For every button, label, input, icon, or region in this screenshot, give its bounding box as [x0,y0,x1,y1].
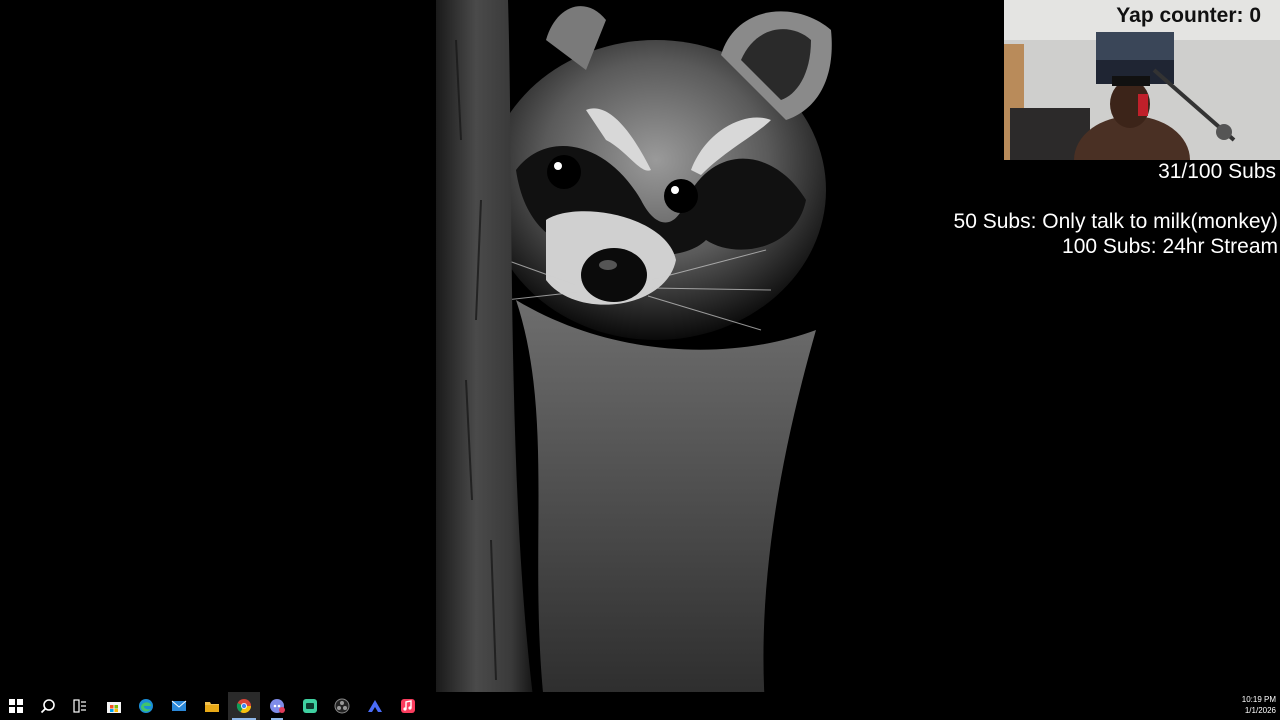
discord-icon [270,699,285,713]
clock-time: 10:19 PM [1241,695,1276,704]
mail-button[interactable] [163,692,195,720]
vpn-button[interactable] [359,692,391,720]
webcam-feed: Yap counter: 0 [1004,0,1280,160]
search-button[interactable] [32,692,64,720]
sub-goals: 50 Subs: Only talk to milk(monkey) 100 S… [954,209,1278,259]
folder-icon [205,702,219,712]
task-view-icon [73,699,86,713]
music-icon [401,699,415,713]
microsoft-store-icon [107,702,121,713]
mail-icon [171,700,187,711]
discord-button[interactable] [261,692,293,720]
subs-progress-text: 31/100 Subs [1158,160,1276,183]
desktop: Yap counter: 0 31/100 Subs 50 Subs: Only… [0,0,1280,720]
edge-icon [139,699,153,713]
goal-line: 100 Subs: 24hr Stream [1062,235,1278,258]
windows-logo-icon [9,699,23,713]
app-button[interactable] [294,692,326,720]
chrome-icon [236,699,251,713]
yap-counter: Yap counter: 0 [1116,4,1261,27]
taskbar-clock[interactable]: 10:19 PM 1/1/2026 [1216,694,1276,718]
file-explorer-button[interactable] [196,692,228,720]
obs-icon [334,698,350,714]
taskbar [0,692,1280,720]
start-button[interactable] [0,692,32,720]
store-button[interactable] [98,692,130,720]
vpn-icon [368,700,382,712]
raccoon-wallpaper [436,0,832,720]
edge-button[interactable] [130,692,162,720]
app-icon [303,699,317,713]
obs-button[interactable] [326,692,358,720]
chrome-button[interactable] [228,692,260,720]
goal-line: 50 Subs: Only talk to milk(monkey) [953,210,1278,233]
task-view-button[interactable] [64,692,96,720]
clock-date: 1/1/2026 [1244,706,1276,715]
search-icon [40,699,55,714]
itunes-button[interactable] [392,692,424,720]
